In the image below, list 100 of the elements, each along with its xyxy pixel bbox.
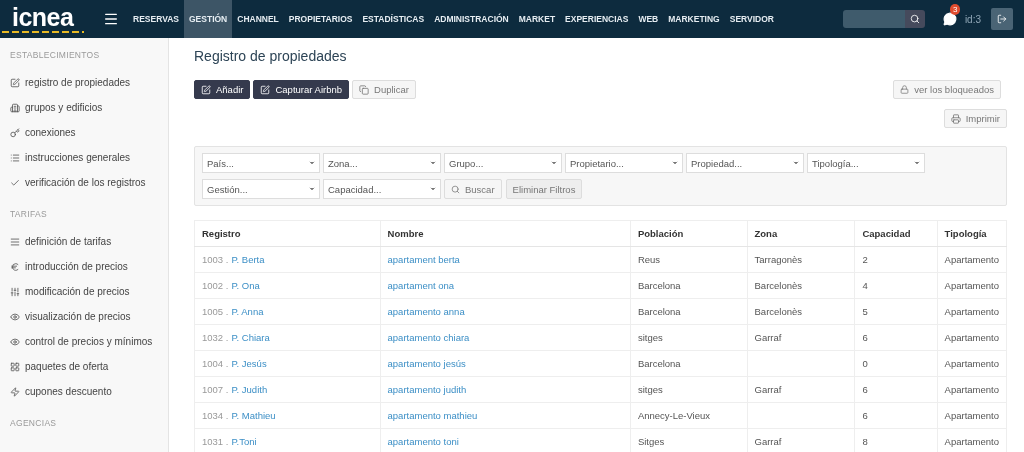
sidebar-item-icon [10,236,20,247]
nav-tab[interactable]: CHANNEL [232,0,284,38]
action-button[interactable]: Añadir [194,80,251,99]
search-button[interactable] [904,10,925,28]
sidebar-item[interactable]: modificación de precios [25,286,130,297]
owner-link[interactable]: P. Anna [231,306,264,317]
filter-select[interactable]: País... [202,153,320,173]
owner-link[interactable]: P. Chiara [231,332,270,343]
record-id: 1005 . [202,306,229,317]
property-link[interactable]: apartamento jesús [387,358,466,369]
search-button[interactable]: Buscar [444,179,502,199]
user-id[interactable]: id:3 [964,0,981,38]
property-link[interactable]: apartament berta [387,254,460,265]
sidebar-item-icon [10,77,20,88]
sidebar-heading: ESTABLECIMIENTOS [9,50,101,62]
sidebar-item[interactable]: conexiones [25,127,76,138]
sidebar-item-icon [10,127,20,138]
caret-icon [550,159,558,167]
sidebar-item[interactable]: grupos y edificios [25,102,103,113]
caret-icon [671,159,679,167]
nav-tab[interactable]: SERVIDOR [724,0,779,38]
filter-select[interactable]: Zona... [323,153,441,173]
caret-icon [792,159,800,167]
filter-select[interactable]: Propietario... [565,153,683,173]
table-cell: Garraf [747,428,855,452]
property-link[interactable]: apartamento mathieu [387,410,478,421]
sidebar-item[interactable]: introducción de precios [25,261,128,272]
sidebar-item[interactable]: definición de tarifas [25,236,112,247]
filter-select[interactable]: Grupo... [444,153,562,173]
filter-select[interactable]: Capacidad... [323,179,441,199]
sidebar-item[interactable]: visualización de precios [25,311,131,322]
search-field[interactable] [842,10,905,28]
action-button[interactable]: Duplicar [352,80,416,99]
property-link[interactable]: apartament ona [387,280,455,291]
table-cell: Barcelonès [747,272,855,299]
nav-tab[interactable]: ESTADÍSTICAS [357,0,430,38]
nav-tab[interactable]: MARKET [513,0,561,38]
table-cell: Tarragonès [747,246,855,273]
nav-tab[interactable]: GESTIÓN [184,0,233,38]
sidebar-heading: TARIFAS [9,209,48,221]
owner-link[interactable]: P. Berta [231,254,265,265]
table-cell: Garraf [747,324,855,351]
table-cell: 6 [854,402,938,429]
sidebar-item[interactable]: verificación de los registros [25,177,146,188]
column-header: Zona [747,220,855,247]
sidebar-item[interactable]: paquetes de oferta [25,361,109,372]
property-link[interactable]: apartamento judith [387,384,467,395]
table-cell: sitges [630,376,747,403]
table-cell: Reus [630,246,747,273]
table-cell: Apartamento [937,246,1007,273]
search-icon [909,14,920,24]
owner-link[interactable]: P. Judith [231,384,268,395]
sidebar-item-icon [10,386,20,397]
table-cell: 4 [854,272,938,299]
record-id: 1007 . [202,384,229,395]
nav-tab[interactable]: WEB [633,0,664,38]
owner-link[interactable]: P. Mathieu [231,410,276,421]
owner-link[interactable]: P.Toni [231,436,257,447]
action-button[interactable]: Capturar Airbnb [253,80,349,99]
copy-icon [359,84,369,95]
table-cell: 0 [854,350,938,377]
record-id: 1003 . [202,254,229,265]
nav-tab[interactable]: EXPERIENCIAS [560,0,634,38]
table-cell: Sitges [630,428,747,452]
sidebar-item-icon [10,177,20,188]
table-cell: Apartamento [937,324,1007,351]
table-cell: Barcelona [630,350,747,377]
sidebar-item[interactable]: cupones descuento [25,386,112,397]
logout-button[interactable] [991,8,1013,30]
nav-tab[interactable]: RESERVAS [128,0,184,38]
filter-select[interactable]: Propiedad... [686,153,804,173]
caret-icon [913,159,921,167]
filter-select[interactable]: Tipología... [807,153,925,173]
table-cell: Barcelonès [747,298,855,325]
clear-filters-button[interactable]: Eliminar Filtros [505,179,583,199]
owner-link[interactable]: P. Jesús [231,358,267,369]
column-header: Capacidad [854,220,938,247]
print-button[interactable]: Imprimir [943,109,1007,128]
nav-tab[interactable]: PROPIETARIOS [283,0,358,38]
record-id: 1004 . [202,358,229,369]
nav-tab[interactable]: MARKETING [663,0,725,38]
owner-link[interactable]: P. Ona [231,280,260,291]
filter-select[interactable]: Gestión... [202,179,320,199]
property-link[interactable]: apartamento anna [387,306,465,317]
nav-tab[interactable]: ADMINISTRACIÓN [429,0,514,38]
chat-icon[interactable] [942,12,957,26]
table-cell: Annecy-Le-Vieux [630,402,747,429]
sidebar-item[interactable]: instrucciones generales [25,152,131,163]
table-cell: Barcelona [630,298,747,325]
column-header: Tipología [937,220,1007,247]
sidebar-item[interactable]: control de precios y mínimos [25,336,153,347]
property-link[interactable]: apartamento chiara [387,332,470,343]
sidebar-item[interactable]: registro de propiedades [25,77,131,88]
table-cell: Apartamento [937,428,1007,452]
table-cell: 2 [854,246,938,273]
table-cell: Barcelona [630,272,747,299]
property-link[interactable]: apartamento toni [387,436,459,447]
printer-icon [950,113,961,124]
blocked-button[interactable]: ver los bloqueados [893,80,1001,99]
column-header: Nombre [380,220,631,247]
